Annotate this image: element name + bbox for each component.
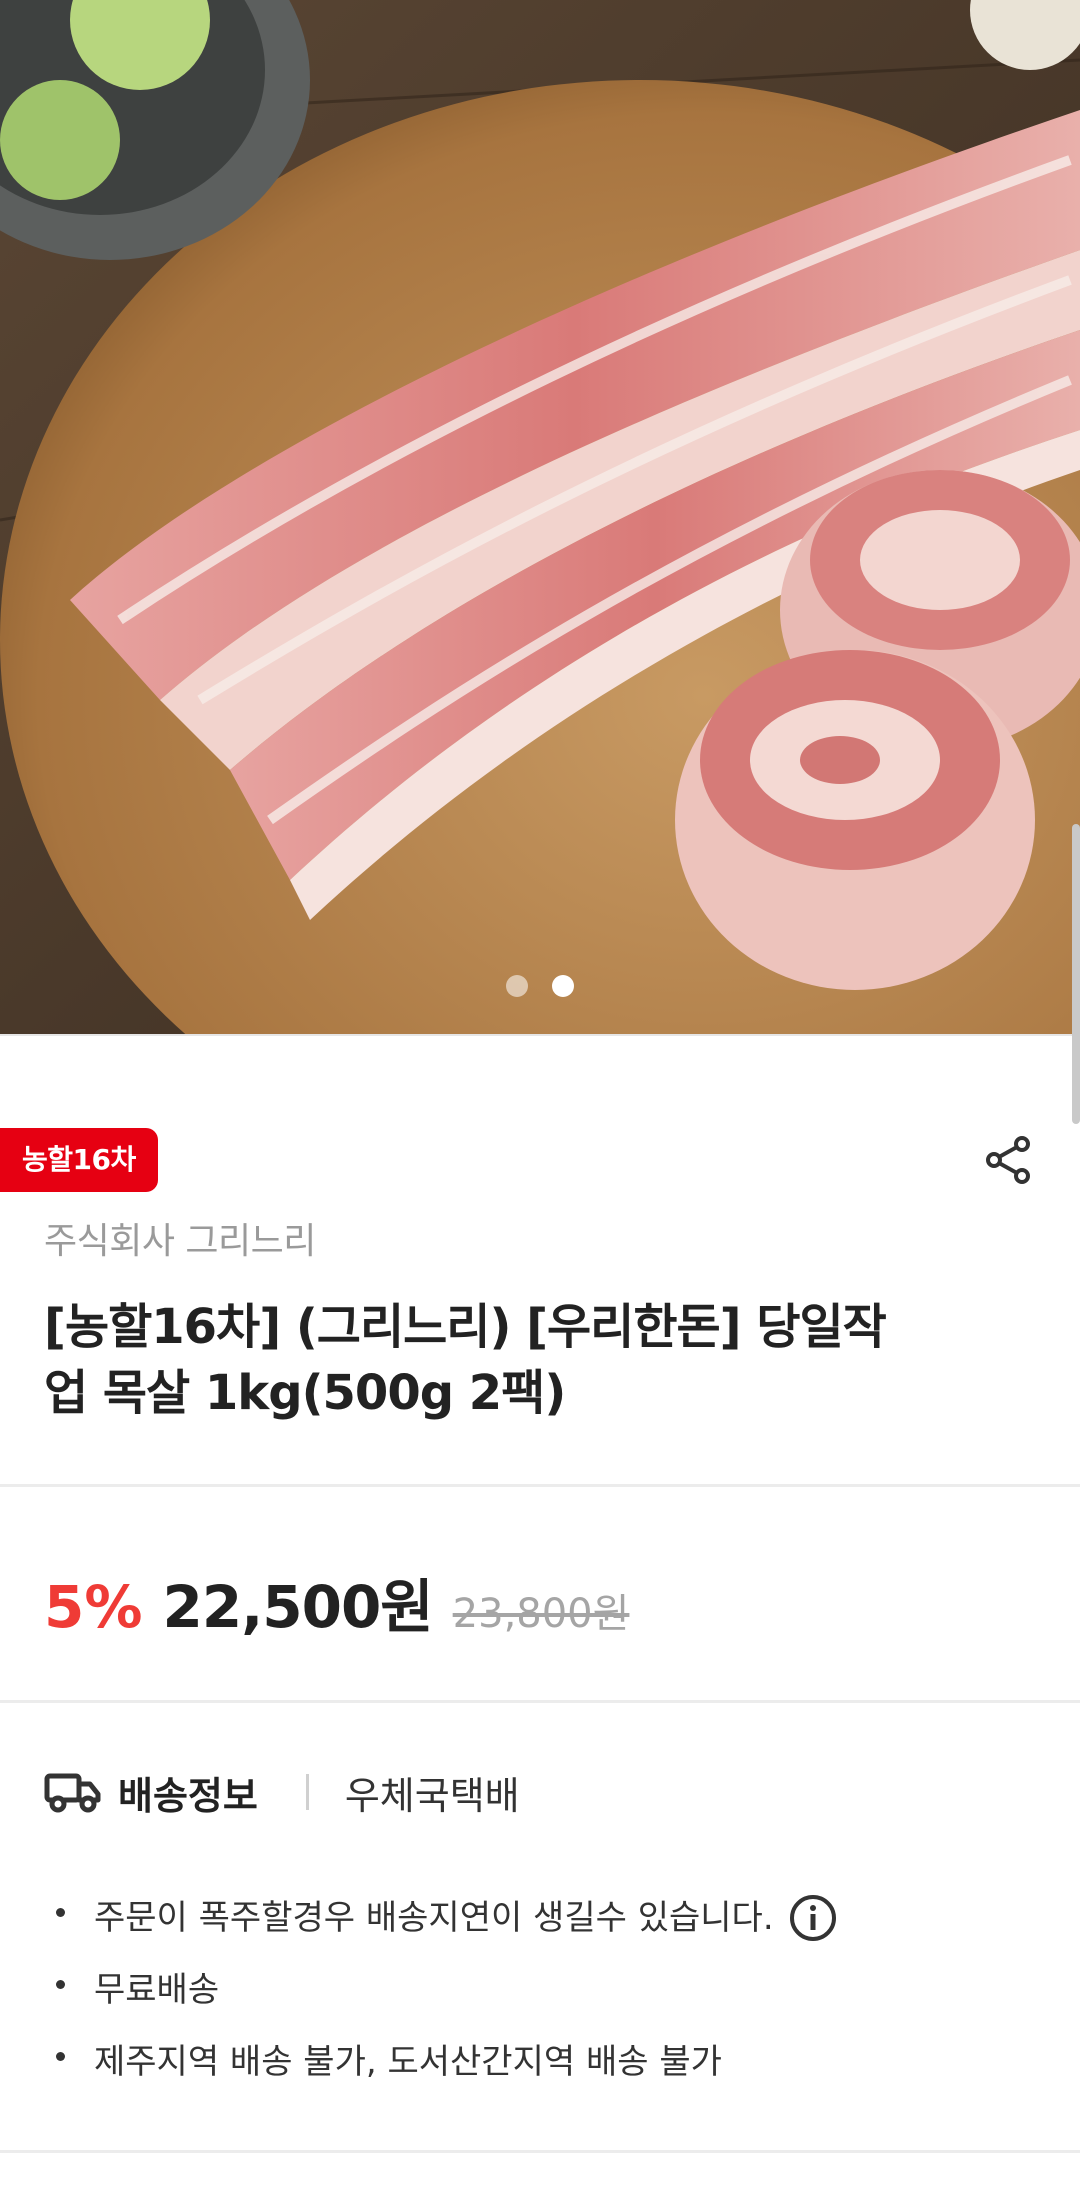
shipping-info-row: 배송정보 우체국택배 (44, 1762, 520, 1822)
pork-belly-photo (0, 0, 1080, 1036)
list-item: 제주지역 배송 불가, 도서산간지역 배송 불가 (44, 2026, 1024, 2098)
product-image-carousel[interactable] (0, 0, 1080, 1036)
info-icon[interactable] (788, 1893, 838, 1943)
discount-rate: 5% (44, 1573, 143, 1641)
product-title: [농할16차] (그리느리) [우리한돈] 당일작업 목살 1kg(500g 2… (44, 1299, 887, 1421)
shipping-label: 배송정보 (118, 1773, 258, 1818)
promo-badge: 농할16차 (0, 1128, 158, 1192)
shipping-notes: 주문이 폭주할경우 배송지연이 생길수 있습니다. 무료배송 제주지역 배송 불… (44, 1882, 1024, 2098)
shipping-note-text: 무료배송 (94, 1970, 220, 2010)
divider (0, 1700, 1080, 1703)
carousel-dot-1[interactable] (506, 975, 528, 997)
shipping-method: 우체국택배 (344, 1773, 520, 1818)
list-item: 주문이 폭주할경우 배송지연이 생길수 있습니다. (44, 1882, 1024, 1954)
sale-price: 22,500원 (162, 1573, 433, 1641)
divider (0, 1484, 1080, 1487)
truck-icon (44, 1773, 101, 1813)
scrollbar-thumb[interactable] (1072, 824, 1080, 1124)
price-row: 5% 22,500원 23,800원 (44, 1560, 629, 1641)
separator (305, 1774, 309, 1810)
seller-name[interactable]: 주식회사 그리느리 (44, 1212, 316, 1264)
share-button[interactable] (980, 1132, 1036, 1188)
original-price: 23,800원 (452, 1591, 630, 1637)
shipping-note-text: 제주지역 배송 불가, 도서산간지역 배송 불가 (94, 2042, 722, 2082)
shipping-note-text: 주문이 폭주할경우 배송지연이 생길수 있습니다. (94, 1898, 774, 1938)
share-icon (986, 1136, 1030, 1184)
divider (0, 2150, 1080, 2153)
product-detail-page: 농할16차 주식회사 그리느리 [농할16차] (그리느리) [우리한돈] 당일… (0, 0, 1080, 2192)
carousel-dot-2[interactable] (552, 975, 574, 997)
list-item: 무료배송 (44, 1954, 1024, 2026)
carousel-indicator (0, 972, 1080, 1000)
